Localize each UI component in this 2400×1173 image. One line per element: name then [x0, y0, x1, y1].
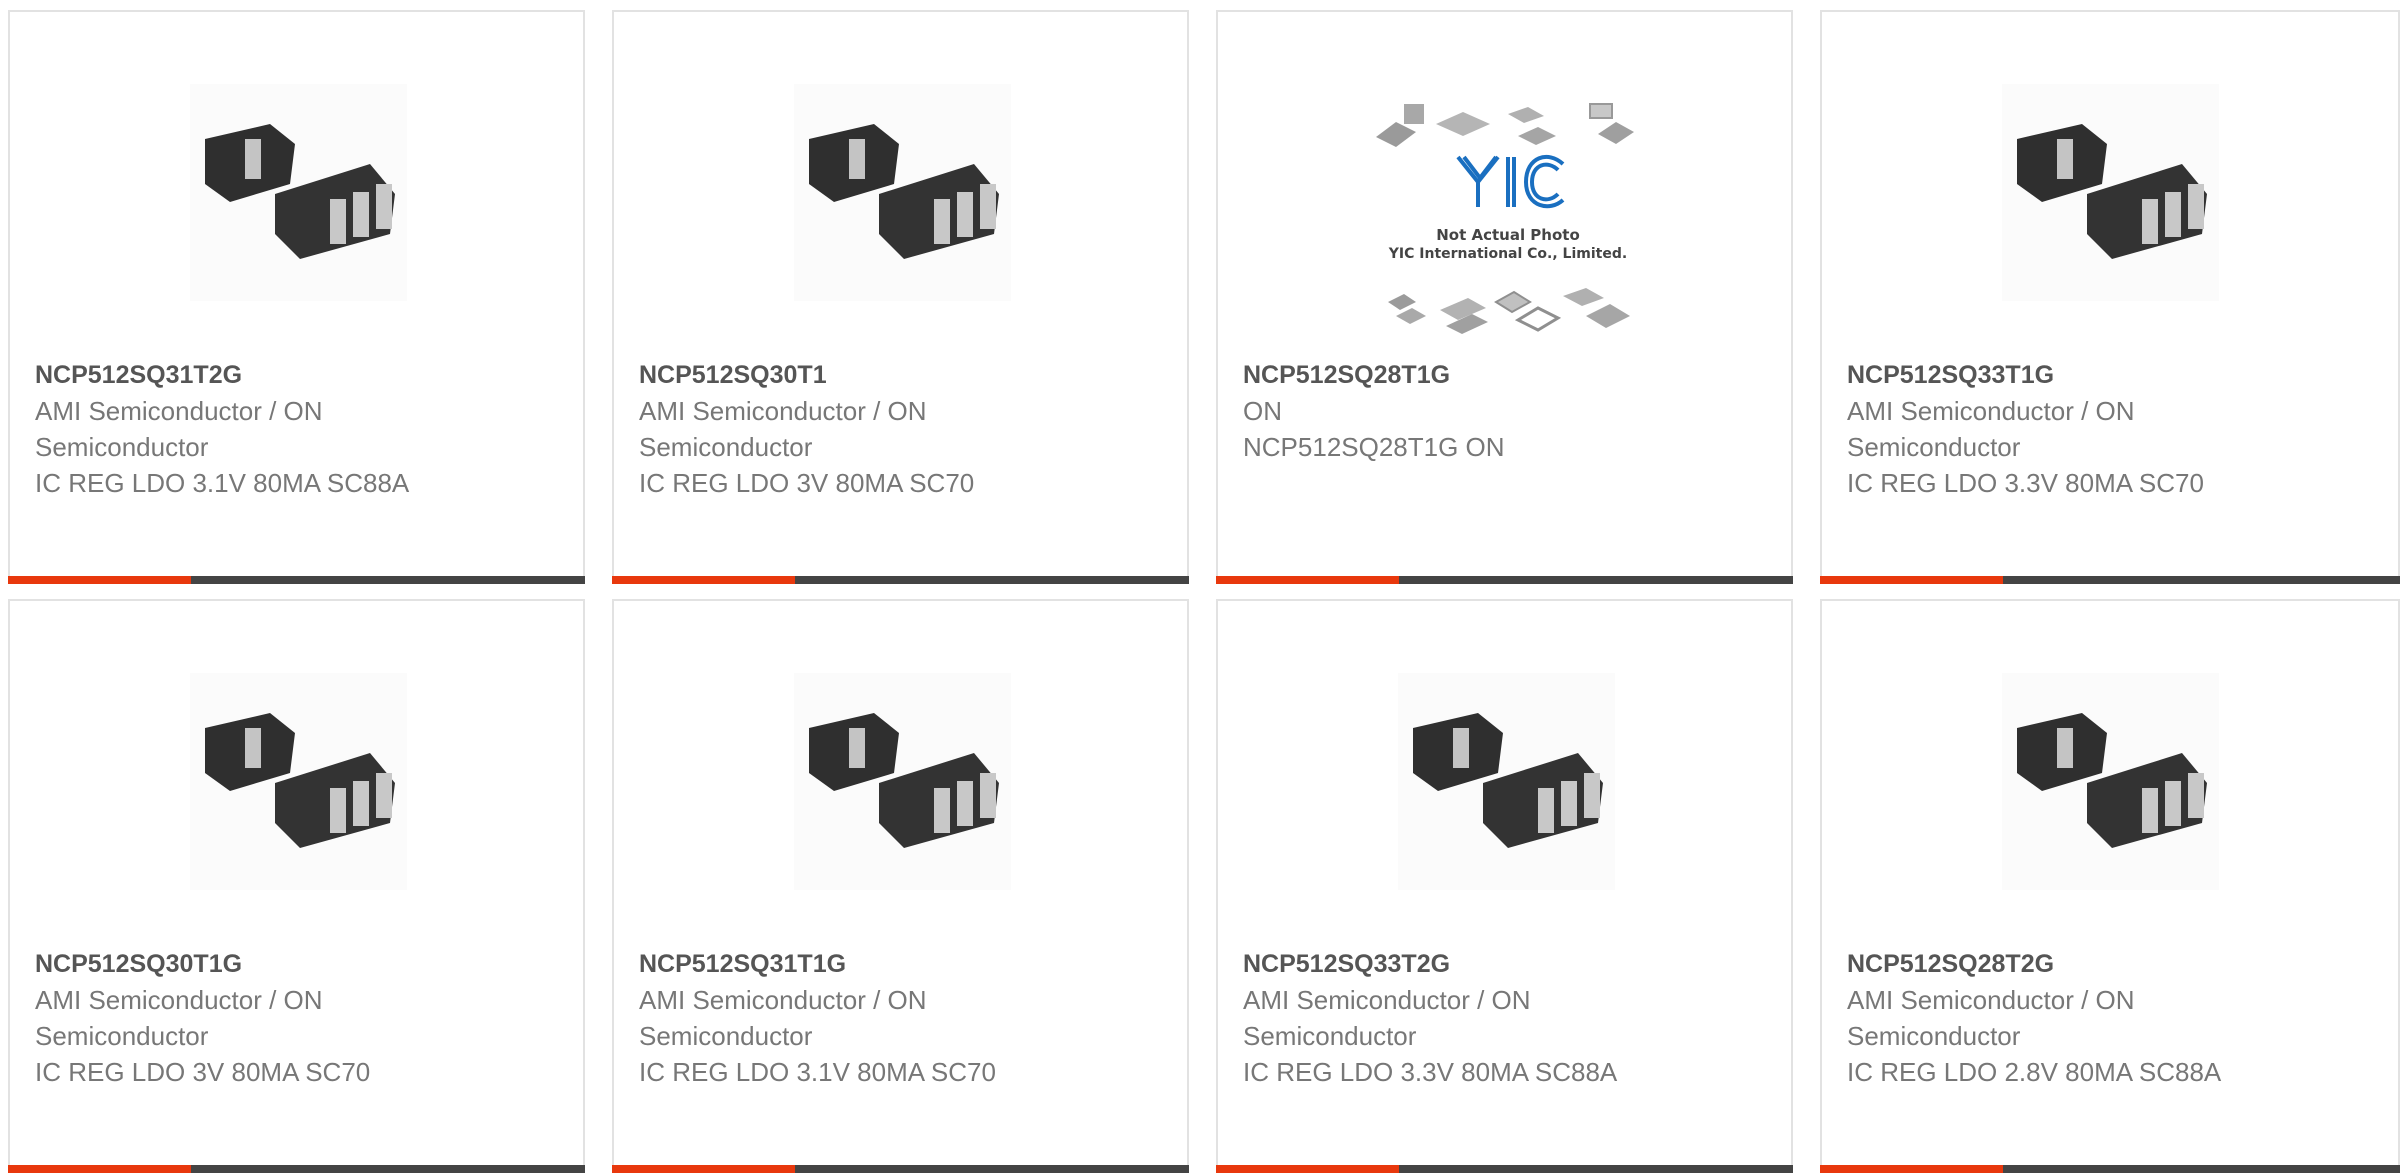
- card-footer-bar: [1216, 576, 1793, 584]
- part-number[interactable]: NCP512SQ31T2G: [35, 357, 535, 393]
- card-footer-bar: [612, 576, 1189, 584]
- manufacturer: AMI Semiconductor / ON Semiconductor: [1847, 985, 2135, 1051]
- product-card[interactable]: NCP512SQ30T1 AMI Semiconductor / ON Semi…: [612, 10, 1189, 584]
- product-image[interactable]: [794, 673, 1011, 890]
- card-accent-bar: [8, 576, 191, 584]
- part-number[interactable]: NCP512SQ31T1G: [639, 946, 1139, 982]
- card-footer-bar: [612, 1165, 1189, 1173]
- product-image[interactable]: [2002, 673, 2219, 890]
- part-number[interactable]: NCP512SQ30T1G: [35, 946, 535, 982]
- card-accent-bar: [612, 1165, 795, 1173]
- card-accent-bar: [1216, 576, 1399, 584]
- product-card[interactable]: NCP512SQ31T1G AMI Semiconductor / ON Sem…: [612, 599, 1189, 1173]
- card-accent-bar: [612, 576, 795, 584]
- card-accent-bar: [1820, 576, 2003, 584]
- manufacturer: AMI Semiconductor / ON Semiconductor: [639, 985, 927, 1051]
- manufacturer: AMI Semiconductor / ON Semiconductor: [639, 396, 927, 462]
- product-card[interactable]: NCP512SQ31T2G AMI Semiconductor / ON Sem…: [8, 10, 585, 584]
- description: IC REG LDO 3.1V 80MA SC88A: [35, 468, 410, 498]
- product-image[interactable]: [1398, 673, 1615, 890]
- product-card[interactable]: Not Actual Photo YIC International Co., …: [1216, 10, 1793, 584]
- card-accent-bar: [1216, 1165, 1399, 1173]
- chip-image-icon: [190, 84, 407, 301]
- manufacturer: AMI Semiconductor / ON Semiconductor: [1847, 396, 2135, 462]
- not-actual-photo-icon: Not Actual Photo YIC International Co., …: [1368, 102, 1648, 352]
- part-number[interactable]: NCP512SQ33T1G: [1847, 357, 2347, 393]
- part-number[interactable]: NCP512SQ30T1: [639, 357, 1139, 393]
- part-number[interactable]: NCP512SQ33T2G: [1243, 946, 1743, 982]
- part-number[interactable]: NCP512SQ28T1G: [1243, 357, 1743, 393]
- card-footer-bar: [1216, 1165, 1793, 1173]
- description: IC REG LDO 3V 80MA SC70: [639, 468, 975, 498]
- product-card[interactable]: NCP512SQ33T2G AMI Semiconductor / ON Sem…: [1216, 599, 1793, 1173]
- chip-image-icon: [2002, 673, 2219, 890]
- product-grid: NCP512SQ31T2G AMI Semiconductor / ON Sem…: [0, 0, 2400, 1173]
- card-accent-bar: [8, 1165, 191, 1173]
- description: IC REG LDO 3.3V 80MA SC88A: [1243, 1057, 1618, 1087]
- chip-image-icon: [2002, 84, 2219, 301]
- manufacturer: AMI Semiconductor / ON Semiconductor: [1243, 985, 1531, 1051]
- product-image[interactable]: [190, 673, 407, 890]
- chip-image-icon: [794, 673, 1011, 890]
- product-image[interactable]: [190, 84, 407, 301]
- chip-image-icon: [190, 673, 407, 890]
- description: IC REG LDO 3V 80MA SC70: [35, 1057, 371, 1087]
- chip-image-icon: [794, 84, 1011, 301]
- card-footer-bar: [8, 1165, 585, 1173]
- part-number[interactable]: NCP512SQ28T2G: [1847, 946, 2347, 982]
- product-image[interactable]: [794, 84, 1011, 301]
- svg-text:Not Actual Photo: Not Actual Photo: [1436, 226, 1580, 244]
- manufacturer: AMI Semiconductor / ON Semiconductor: [35, 985, 323, 1051]
- description: IC REG LDO 3.1V 80MA SC70: [639, 1057, 996, 1087]
- card-accent-bar: [1820, 1165, 2003, 1173]
- card-footer-bar: [1820, 1165, 2400, 1173]
- description: IC REG LDO 3.3V 80MA SC70: [1847, 468, 2204, 498]
- svg-text:YIC International Co., Limited: YIC International Co., Limited.: [1388, 246, 1627, 262]
- product-image[interactable]: Not Actual Photo YIC International Co., …: [1368, 102, 1648, 352]
- description: NCP512SQ28T1G ON: [1243, 432, 1505, 462]
- card-footer-bar: [1820, 576, 2400, 584]
- product-card[interactable]: NCP512SQ30T1G AMI Semiconductor / ON Sem…: [8, 599, 585, 1173]
- product-card[interactable]: NCP512SQ33T1G AMI Semiconductor / ON Sem…: [1820, 10, 2400, 584]
- card-footer-bar: [8, 576, 585, 584]
- chip-image-icon: [1398, 673, 1615, 890]
- description: IC REG LDO 2.8V 80MA SC88A: [1847, 1057, 2222, 1087]
- manufacturer: AMI Semiconductor / ON Semiconductor: [35, 396, 323, 462]
- product-image[interactable]: [2002, 84, 2219, 301]
- manufacturer: ON: [1243, 396, 1282, 426]
- product-card[interactable]: NCP512SQ28T2G AMI Semiconductor / ON Sem…: [1820, 599, 2400, 1173]
